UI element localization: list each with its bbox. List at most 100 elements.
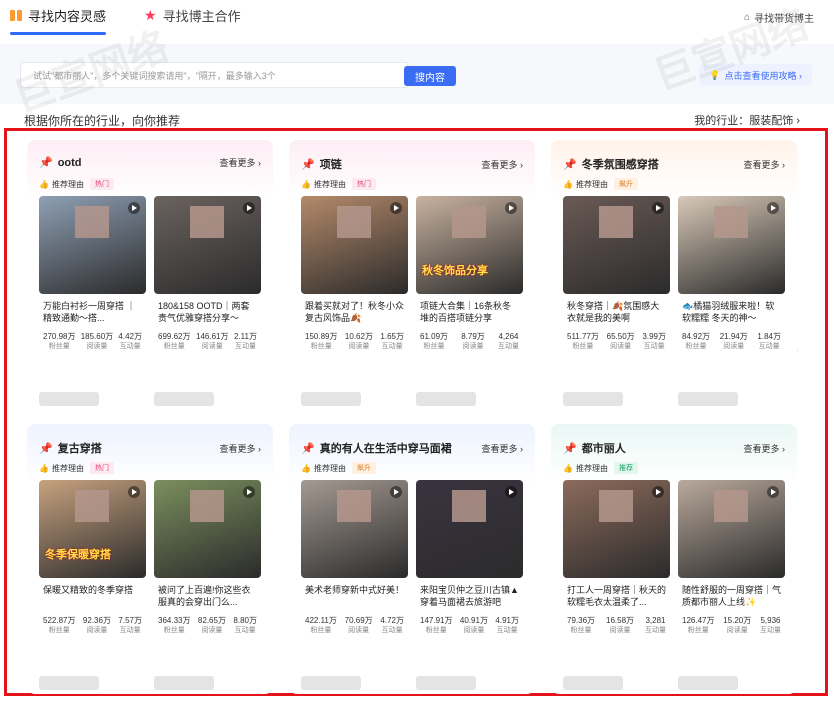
blurred-face xyxy=(714,490,748,522)
play-icon xyxy=(767,486,779,498)
post-title[interactable]: 秋冬穿搭｜🍂氛围感大衣就是我的美啊 xyxy=(563,300,670,326)
post-item[interactable]: 冬季保暖穿搭 保暖又精致的冬季穿搭 522.87万 粉丝量 92.36万 阅读量 7… xyxy=(39,480,146,690)
thumbs-up-icon: 👍 xyxy=(301,179,311,189)
post-thumbnail[interactable] xyxy=(154,196,261,294)
stat-interactions: 7.57万 互动量 xyxy=(118,616,142,634)
blurred-author xyxy=(39,392,99,406)
card-tags: 👍 推荐理由 热门 xyxy=(39,462,114,474)
recommend-reason: 👍 推荐理由 xyxy=(301,179,346,189)
thumbnail-caption: 秋冬饰品分享 xyxy=(422,265,488,277)
star-icon: ★ xyxy=(144,7,157,23)
see-more-link[interactable]: 查看更多 › xyxy=(482,442,524,455)
post-title[interactable]: 打工人一周穿搭｜秋天的软糯毛衣太温柔了... xyxy=(563,584,670,610)
post-item[interactable]: 秋冬穿搭｜🍂氛围感大衣就是我的美啊 511.77万 粉丝量 65.50万 阅读量 3… xyxy=(563,196,670,406)
post-thumbnail[interactable] xyxy=(301,480,408,578)
post-thumbnail[interactable] xyxy=(563,196,670,294)
blurred-face xyxy=(337,490,371,522)
stat-interactions: 4.72万 互动量 xyxy=(380,616,404,634)
stat-fans: 126.47万 粉丝量 xyxy=(682,616,715,634)
post-title[interactable]: 180&158 OOTD｜两套贵气优雅穿搭分享～ xyxy=(154,300,261,326)
stat-fans: 270.98万 粉丝量 xyxy=(43,332,76,350)
top-tab-bar: 寻找内容灵感 ★ 寻找博主合作 ⌂ 寻找带货博主 xyxy=(0,0,834,42)
see-more-link[interactable]: 查看更多 › xyxy=(220,156,262,169)
play-icon xyxy=(128,202,140,214)
post-title[interactable]: 美术老师穿新中式好美！ xyxy=(301,584,408,610)
find-sales-blogger-label: 寻找带货博主 xyxy=(754,14,814,25)
post-item[interactable]: 被问了上百遍!你这些衣服真的会穿出门么... 364.33万 粉丝量 82.65万… xyxy=(154,480,261,690)
post-thumbnail[interactable] xyxy=(563,480,670,578)
stat-interactions: 4,264 互动量 xyxy=(497,332,519,350)
topic-card: 📌 项链 查看更多 › 👍 推荐理由 热门 跟着买就对了！秋冬小众复古风饰品🍂 1… xyxy=(289,140,535,410)
stat-fans: 364.33万 粉丝量 xyxy=(158,616,191,634)
see-more-link[interactable]: 查看更多 › xyxy=(220,442,262,455)
blurred-face xyxy=(190,206,224,238)
shop-icon: ⌂ xyxy=(743,12,750,23)
stat-fans: 79.36万 粉丝量 xyxy=(567,616,596,634)
search-content-button[interactable]: 搜内容 xyxy=(404,66,456,86)
post-thumbnail[interactable] xyxy=(678,480,785,578)
post-item[interactable]: 万能白衬衫一周穿搭 ｜精致通勤～搭... 270.98万 粉丝量 185.60万阅… xyxy=(39,196,146,406)
see-more-link[interactable]: 查看更多 › xyxy=(482,158,524,171)
post-title[interactable]: 来阳宝贝仲之豆川古镇▲穿着马面裙去旅游吧 xyxy=(416,584,523,610)
post-item[interactable]: 美术老师穿新中式好美！ 422.11万 粉丝量 70.69万 阅读量 4.72万 互动… xyxy=(301,480,408,690)
card-title: 📌 冬季氛围感穿搭 xyxy=(563,156,659,172)
post-thumbnail[interactable] xyxy=(301,196,408,294)
card-tags: 👍 推荐理由 热门 xyxy=(301,178,376,190)
post-item[interactable]: 180&158 OOTD｜两套贵气优雅穿搭分享～ 699.62万 粉丝量 146.… xyxy=(154,196,261,406)
play-icon xyxy=(243,202,255,214)
post-title[interactable]: 保暖又精致的冬季穿搭 xyxy=(39,584,146,610)
pin-icon: 📌 xyxy=(563,442,577,455)
post-item[interactable]: 跟着买就对了！秋冬小众复古风饰品🍂 150.89万 粉丝量 10.62万 阅读量 1… xyxy=(301,196,408,406)
find-sales-blogger-link[interactable]: ⌂ 寻找带货博主 xyxy=(744,10,814,25)
post-stats: 511.77万 粉丝量 65.50万 阅读量 3.99万 互动量 xyxy=(563,332,670,352)
post-title[interactable]: 项链大合集｜16条秋冬堆的百搭项链分享 xyxy=(416,300,523,326)
search-button-label: 搜内容 xyxy=(415,72,445,84)
post-title[interactable]: 🐟橘猫羽绒服来啦！软软糯糯 冬天的神～ xyxy=(678,300,785,326)
stat-reads: 10.62万 阅读量 xyxy=(344,332,373,350)
post-item[interactable]: 来阳宝贝仲之豆川古镇▲穿着马面裙去旅游吧 147.91万 粉丝量 40.91万 阅读… xyxy=(416,480,523,690)
post-title[interactable]: 被问了上百遍!你这些衣服真的会穿出门么... xyxy=(154,584,261,610)
post-title[interactable]: 跟着买就对了！秋冬小众复古风饰品🍂 xyxy=(301,300,408,326)
post-thumbnail[interactable] xyxy=(39,196,146,294)
pin-icon: 📌 xyxy=(39,442,53,455)
post-thumbnail[interactable] xyxy=(416,480,523,578)
post-title[interactable]: 随性舒服的一周穿搭｜气质都市丽人上线✨ xyxy=(678,584,785,610)
post-item[interactable]: 打工人一周穿搭｜秋天的软糯毛衣太温柔了... 79.36万 粉丝量 16.58万阅… xyxy=(563,480,670,690)
post-stats: 126.47万 粉丝量 15.20万 阅读量 5,936 互动量 xyxy=(678,616,785,636)
blurred-face xyxy=(190,490,224,522)
stat-interactions: 1.84万 互动量 xyxy=(757,332,781,350)
pin-icon: 📌 xyxy=(563,158,577,171)
blurred-face xyxy=(599,490,633,522)
recommend-reason: 👍 推荐理由 xyxy=(39,179,84,189)
post-stats: 364.33万 粉丝量 82.65万 阅读量 8.80万 互动量 xyxy=(154,616,261,636)
see-more-link[interactable]: 查看更多 › xyxy=(744,442,786,455)
pin-icon: 📌 xyxy=(301,442,315,455)
status-badge: 推荐 xyxy=(613,462,638,474)
blurred-face xyxy=(452,206,486,238)
post-title[interactable]: 万能白衬衫一周穿搭 ｜精致通勤～搭... xyxy=(39,300,146,326)
post-item[interactable]: 🐟橘猫羽绒服来啦！软软糯糯 冬天的神～ 84.92万 粉丝量 21.94万 阅读量 … xyxy=(678,196,785,406)
tab-content-inspiration[interactable]: 寻找内容灵感 xyxy=(10,4,107,35)
post-thumbnail[interactable]: 秋冬饰品分享 xyxy=(416,196,523,294)
stat-reads: 15.20万 阅读量 xyxy=(723,616,752,634)
tab-blogger-cooperation[interactable]: ★ 寻找博主合作 xyxy=(144,4,241,26)
card-header: 📌 ootd 查看更多 › xyxy=(39,156,262,170)
card-title: 📌 复古穿搭 xyxy=(39,440,102,456)
card-title-text: 真的有人在生活中穿马面裙 xyxy=(319,443,452,455)
tab-label: 寻找博主合作 xyxy=(162,8,241,24)
post-thumbnail[interactable] xyxy=(154,480,261,578)
post-stats: 147.91万 粉丝量 40.91万 阅读量 4.91万 互动量 xyxy=(416,616,523,636)
see-more-link[interactable]: 查看更多 › xyxy=(744,158,786,171)
post-thumbnail[interactable]: 冬季保暖穿搭 xyxy=(39,480,146,578)
search-input[interactable]: 试试"都市丽人"，多个关键词搜索请用"，"隔开，最多输入3个 xyxy=(20,62,408,88)
usage-guide-link[interactable]: 💡 点击查看使用攻略 › xyxy=(699,64,812,86)
active-tab-underline xyxy=(10,32,107,35)
post-thumbnail[interactable] xyxy=(678,196,785,294)
post-item[interactable]: 秋冬饰品分享 项链大合集｜16条秋冬堆的百搭项链分享 61.09万 粉丝量 8.7… xyxy=(416,196,523,406)
post-item[interactable]: 随性舒服的一周穿搭｜气质都市丽人上线✨ 126.47万 粉丝量 15.20万 阅读量… xyxy=(678,480,785,690)
play-icon xyxy=(243,486,255,498)
post-stats: 150.89万 粉丝量 10.62万 阅读量 1.65万 互动量 xyxy=(301,332,408,352)
status-badge: 热门 xyxy=(351,178,376,190)
my-industry-link[interactable]: 我的行业：服装配饰 › xyxy=(694,112,800,128)
stat-interactions: 2.11万 互动量 xyxy=(234,332,257,350)
